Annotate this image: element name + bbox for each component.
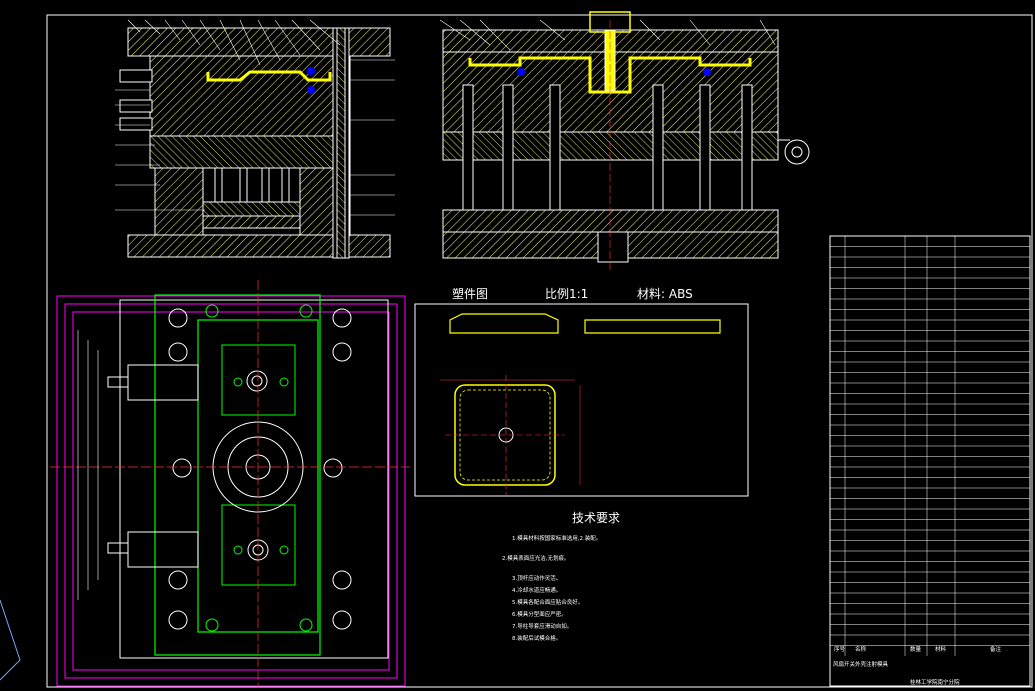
- left-section-view: [115, 19, 395, 259]
- title-block-name: 风扇开关外壳注射模具: [833, 660, 889, 668]
- tech-requirement-line: 8.装配后试模合格。: [512, 634, 561, 642]
- cad-drawing-canvas: 塑件图 比例1:1 材料: ABS 技术要求 1.模具材料按国家标准选用,2.装…: [0, 11, 1033, 688]
- tech-requirement-line: 5.模具各配合面应贴合良好。: [512, 598, 583, 606]
- part-drawing-panel: 塑件图 比例1:1 材料: ABS: [414, 286, 749, 497]
- corner-triangle: [0, 599, 21, 681]
- tech-requirements-heading: 技术要求: [572, 511, 620, 525]
- tech-requirement-line: 2.模具表面应光洁,无划痕。: [502, 554, 570, 562]
- plan-view: [50, 280, 410, 688]
- part-drawing-scale: 比例1:1: [545, 287, 588, 301]
- title-block-school: 桂林工学院南宁分院: [910, 678, 960, 686]
- tech-requirement-line: 4.冷却水道应畅通。: [512, 586, 561, 594]
- title-block: 风扇开关外壳注射模具 桂林工学院南宁分院 序号 名称 数量 材料 备注: [829, 235, 1031, 687]
- right-section-view: [439, 11, 810, 270]
- title-block-footer-label: 备注: [990, 645, 1002, 653]
- title-block-footer-label: 数量: [910, 645, 922, 653]
- tech-requirement-line: 6.模具分型面应严密。: [512, 610, 567, 618]
- title-block-footer-label: 名称: [855, 645, 867, 653]
- tech-requirement-line: 3.顶杆应动作灵活。: [512, 574, 561, 582]
- tech-requirement-line: 7.导柱导套应滑动自如。: [512, 622, 572, 630]
- part-drawing-title: 塑件图: [452, 286, 488, 301]
- part-drawing-material: 材料: ABS: [637, 287, 693, 301]
- tech-requirement-line: 1.模具材料按国家标准选用,2.装配。: [512, 534, 601, 542]
- tech-requirements: 技术要求 1.模具材料按国家标准选用,2.装配。 2.模具表面应光洁,无划痕。 …: [502, 511, 620, 642]
- title-block-footer-label: 序号: [834, 645, 846, 653]
- title-block-footer-label: 材料: [935, 645, 947, 653]
